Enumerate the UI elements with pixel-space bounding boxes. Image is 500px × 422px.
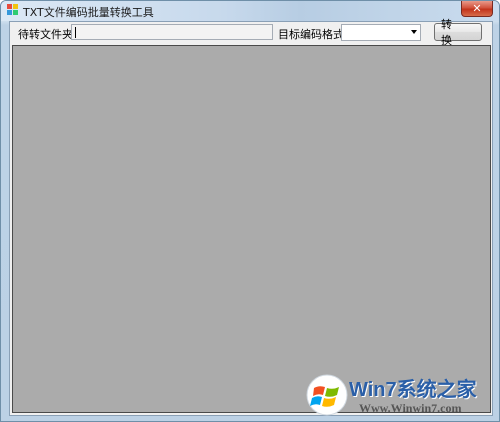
- close-icon: ✕: [472, 2, 482, 15]
- folder-label: 待转文件夹:: [18, 28, 77, 41]
- text-caret: [75, 26, 76, 38]
- convert-button[interactable]: 转 换: [434, 18, 482, 47]
- format-select[interactable]: [341, 24, 421, 41]
- folder-input[interactable]: [71, 24, 273, 40]
- watermark-brand: Win7系统之家: [349, 379, 477, 401]
- title-bar[interactable]: TXT文件编码批量转换工具 ✕: [1, 1, 499, 21]
- client-area: 待转文件夹: 目标编码格式: 转 换: [9, 18, 493, 416]
- app-icon: [7, 4, 18, 15]
- dropdown-arrow-icon[interactable]: [411, 30, 417, 34]
- close-button[interactable]: ✕: [461, 1, 493, 17]
- file-list-panel[interactable]: [12, 45, 491, 413]
- window-title: TXT文件编码批量转换工具: [23, 6, 154, 19]
- format-label: 目标编码格式:: [278, 28, 348, 41]
- watermark-url: Www.Winwin7.com: [359, 401, 462, 415]
- windows-logo-icon: [306, 374, 348, 416]
- app-window: TXT文件编码批量转换工具 ✕ 待转文件夹: 目标编码格式: 转 换 Win7系…: [0, 0, 500, 422]
- watermark: Win7系统之家 Www.Winwin7.com: [301, 371, 499, 419]
